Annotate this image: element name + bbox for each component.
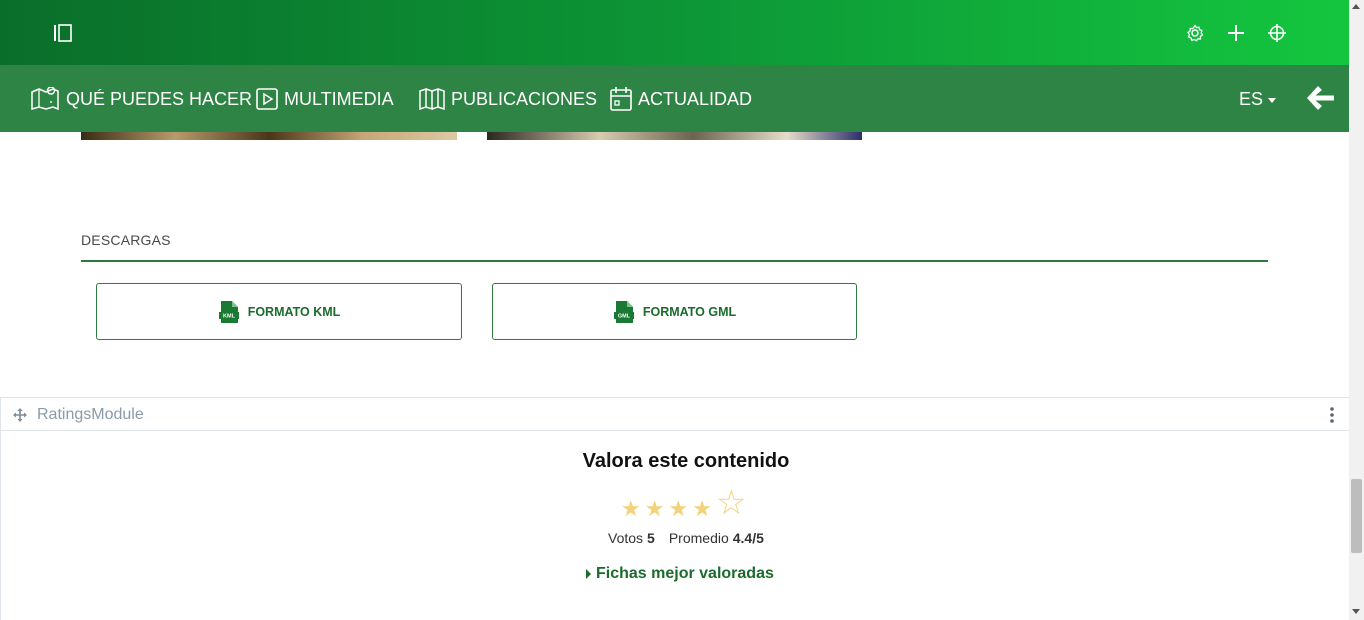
star-filled-icon[interactable]: ★ [692, 498, 712, 520]
arrow-left-icon[interactable] [1304, 82, 1336, 114]
star-empty-icon[interactable]: ☆ [716, 486, 746, 520]
star-filled-icon[interactable]: ★ [668, 498, 688, 520]
crosshair-icon[interactable] [1266, 22, 1288, 44]
average-label: Promedio [668, 530, 729, 546]
module-name: RatingsModule [37, 406, 144, 423]
rating-stats: Votos 5 Promedio 4.4/5 [608, 530, 764, 546]
plus-icon[interactable] [1225, 22, 1247, 44]
main-nav: QUÉ PUEDES HACER MULTIMEDIA PUBLICACIONE… [0, 65, 1349, 132]
top-bar [0, 0, 1349, 65]
nav-item-label: MULTIMEDIA [284, 88, 394, 109]
move-icon[interactable] [13, 408, 27, 422]
language-label: ES [1239, 89, 1264, 109]
downloads-divider [81, 260, 1268, 262]
scrollbar-thumb[interactable] [1351, 479, 1362, 553]
top-rated-link[interactable]: Fichas mejor valoradas [586, 565, 774, 583]
votes-value: 5 [647, 530, 655, 546]
nav-item-actualidad[interactable]: ACTUALIDAD [610, 85, 752, 113]
nav-item-publicaciones[interactable]: PUBLICACIONES [419, 85, 597, 113]
nav-item-que-puedes-hacer[interactable]: QUÉ PUEDES HACER [30, 85, 252, 113]
kml-file-icon: KML [218, 300, 239, 323]
gallery-image-1[interactable] [81, 132, 457, 140]
gear-icon[interactable] [1184, 22, 1206, 44]
votes-label: Votos [608, 530, 644, 546]
scrollbar[interactable] [1349, 0, 1364, 620]
star-rating[interactable]: ★ ★ ★ ★ ☆ [621, 486, 746, 520]
page: QUÉ PUEDES HACER MULTIMEDIA PUBLICACIONE… [0, 0, 1364, 620]
nav-item-multimedia[interactable]: MULTIMEDIA [256, 85, 394, 113]
nav-item-label: QUÉ PUEDES HACER [66, 88, 253, 109]
nav-item-label: PUBLICACIONES [451, 88, 598, 109]
star-filled-icon[interactable]: ★ [621, 498, 641, 520]
caret-right-icon [586, 569, 591, 579]
map-pin-icon [31, 87, 59, 111]
scroll-up-arrow-icon[interactable] [1352, 4, 1360, 9]
scroll-down-arrow-icon[interactable] [1352, 609, 1360, 614]
downloads-title: DESCARGAS [81, 232, 171, 248]
svg-text:GML: GML [618, 313, 631, 319]
download-gml-button[interactable]: GML FORMATO GML [492, 283, 857, 340]
book-icon [419, 87, 445, 111]
sidebar-toggle-icon[interactable] [52, 22, 74, 44]
calendar-icon [610, 87, 632, 111]
rating-title: Valora este contenido [582, 450, 790, 472]
chevron-down-icon [1268, 98, 1277, 103]
kebab-menu-icon[interactable] [1327, 406, 1337, 424]
gml-file-icon: GML [613, 300, 634, 323]
download-button-label: FORMATO KML [247, 304, 341, 319]
play-icon [256, 88, 278, 110]
download-kml-button[interactable]: KML FORMATO KML [96, 283, 462, 340]
star-filled-icon[interactable]: ★ [645, 498, 665, 520]
average-value: 4.4/5 [732, 530, 764, 546]
module-header: RatingsModule [0, 397, 1349, 431]
nav-item-label: ACTUALIDAD [638, 88, 753, 109]
language-selector[interactable]: ES [1239, 89, 1277, 110]
top-rated-link-label: Fichas mejor valoradas [596, 565, 774, 582]
download-button-label: FORMATO GML [642, 304, 737, 319]
svg-text:KML: KML [223, 313, 236, 319]
gallery-image-2[interactable] [487, 132, 862, 140]
